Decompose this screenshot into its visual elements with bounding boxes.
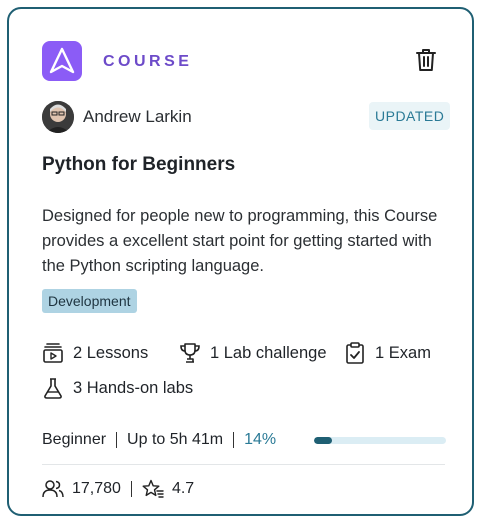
trash-icon[interactable]: [414, 47, 438, 73]
duration-label: Up to 5h 41m: [127, 431, 224, 448]
lab-challenge-count: 1 Lab challenge: [179, 342, 327, 364]
progress-percent: 14%: [244, 431, 277, 448]
flask-icon: [44, 378, 62, 399]
course-type-label: COURSE: [103, 53, 193, 70]
lessons-count: 2 Lessons: [42, 342, 148, 364]
hands-on-labs-count: 3 Hands-on labs: [42, 377, 193, 399]
author-name[interactable]: Andrew Larkin: [83, 107, 192, 127]
status-badge: UPDATED: [369, 102, 451, 130]
category-tag[interactable]: Development: [42, 289, 137, 313]
divider: [130, 481, 132, 497]
course-description: Designed for people new to programming, …: [42, 207, 438, 275]
card-footer: 17,780 4.7: [42, 479, 194, 499]
lab-challenge-label: 1 Lab challenge: [210, 343, 327, 362]
enrollment-count: 17,780: [72, 480, 121, 497]
divider: [116, 432, 118, 448]
lessons-icon: [43, 343, 63, 363]
course-title[interactable]: Python for Beginners: [42, 154, 235, 176]
logo-icon: [42, 41, 82, 81]
avatar: [42, 101, 74, 133]
users-icon: [42, 480, 64, 498]
clipboard-check-icon: [346, 342, 364, 364]
lessons-label: 2 Lessons: [73, 343, 149, 362]
footer-divider: [42, 464, 445, 465]
progress-fill: [314, 437, 333, 444]
progress-bar: [314, 437, 446, 444]
rating-value: 4.7: [171, 480, 195, 497]
exam-label: 1 Exam: [375, 343, 431, 362]
level-label: Beginner: [42, 431, 107, 448]
course-stats: Beginner Up to 5h 41m 14%: [42, 431, 276, 449]
exam-count: 1 Exam: [344, 342, 431, 364]
hands-on-labs-label: 3 Hands-on labs: [73, 378, 194, 397]
star-icon: [142, 479, 164, 498]
divider: [233, 432, 235, 448]
trophy-icon: [180, 343, 200, 363]
course-card[interactable]: COURSE Andrew Larkin UPDATED Python for …: [7, 7, 474, 516]
